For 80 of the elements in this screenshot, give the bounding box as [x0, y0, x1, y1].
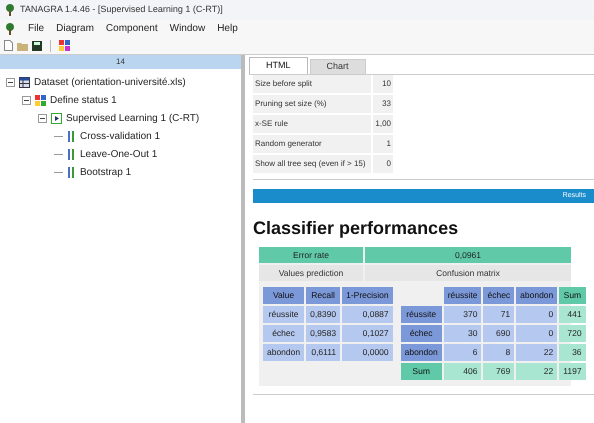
menu-item[interactable]: Diagram [56, 21, 94, 36]
table-cell: 690 [483, 325, 514, 342]
table-cell: 30 [444, 325, 482, 342]
table-cell: 0,0961 [365, 247, 571, 263]
table-cell: 6 [444, 344, 482, 361]
parameter-name: Pruning set size (%) [253, 95, 371, 113]
row-header: Sum [400, 363, 442, 380]
column-header: réussite [444, 287, 482, 304]
tree-logo-icon [4, 22, 16, 34]
table-cell: 769 [483, 363, 514, 380]
parameter-value: 1,00 [373, 115, 393, 133]
component-icon [67, 130, 76, 142]
column-header: Sum [559, 287, 586, 304]
table-cell: 0,6111 [306, 344, 340, 361]
menu-item[interactable]: Window [170, 21, 206, 36]
table-cell: 0 [516, 306, 558, 323]
table-cell: 0,1027 [342, 325, 393, 342]
table-header: Values prediction [259, 265, 363, 281]
table-cell: 0,0000 [342, 344, 393, 361]
tree-item[interactable]: Bootstrap 1 [80, 164, 132, 180]
table-cell: 1197 [559, 363, 586, 380]
parameter-value: 10 [373, 75, 393, 93]
table-cell: 370 [444, 306, 482, 323]
tab[interactable]: Chart [310, 59, 366, 74]
tree-item[interactable]: Dataset (orientation-université.xls) [34, 74, 186, 90]
row-header: abondon [400, 344, 442, 361]
collapse-toggle-icon[interactable] [22, 96, 31, 104]
play-icon [51, 112, 62, 124]
parameter-name: Random generator [253, 135, 371, 153]
row-header: réussite [400, 306, 442, 323]
column-header: 1-Precision [342, 287, 393, 304]
column-header: échec [483, 287, 514, 304]
table-cell: 0,8390 [306, 306, 340, 323]
parameter-name: Size before split [253, 75, 371, 93]
menu-item[interactable]: Help [217, 21, 238, 36]
section-heading: Classifier performances [253, 219, 460, 237]
table-cell: échec [263, 325, 304, 342]
save-icon[interactable] [32, 40, 42, 50]
tree-item[interactable]: Define status 1 [50, 92, 117, 108]
table-cell: 8 [483, 344, 514, 361]
panel-header: 14 [0, 55, 241, 69]
parameter-value: 0 [373, 155, 393, 173]
new-file-icon[interactable] [4, 40, 13, 51]
column-header: Value [263, 287, 304, 304]
parameter-value: 1 [373, 135, 393, 153]
table-cell: 0 [516, 325, 558, 342]
menu-item[interactable]: File [28, 21, 44, 36]
collapse-toggle-icon[interactable] [38, 114, 47, 122]
component-icon [67, 148, 76, 160]
table-cell: 0,9583 [306, 325, 340, 342]
status-icon [35, 94, 46, 106]
table-cell: 36 [559, 344, 586, 361]
tree-item[interactable]: Supervised Learning 1 (C-RT) [66, 110, 200, 126]
table-header: Error rate [259, 247, 363, 263]
table-cell: 720 [559, 325, 586, 342]
component-icon [67, 166, 76, 178]
tab[interactable]: HTML [249, 57, 308, 74]
tree-item[interactable]: Leave-One-Out 1 [80, 146, 158, 162]
table-cell: 22 [516, 344, 558, 361]
tree-item[interactable]: Cross-validation 1 [80, 128, 160, 144]
table-cell: 406 [444, 363, 482, 380]
menu-item[interactable]: Component [106, 21, 158, 36]
table-cell: abondon [263, 344, 304, 361]
parameter-name: x-SE rule [253, 115, 371, 133]
column-header: Recall [306, 287, 340, 304]
table-cell: 0,0887 [342, 306, 393, 323]
window-title: TANAGRA 1.4.46 - [Supervised Learning 1 (C-RT)] [20, 3, 223, 16]
column-header: abondon [516, 287, 558, 304]
row-header: échec [400, 325, 442, 342]
table-icon [19, 76, 30, 88]
tree-logo-icon [4, 4, 16, 16]
table-cell: 71 [483, 306, 514, 323]
parameter-name: Show all tree seq (even if > 15) [253, 155, 371, 173]
table-cell: 441 [559, 306, 586, 323]
status-icon[interactable] [59, 40, 70, 51]
parameter-value: 33 [373, 95, 393, 113]
table-cell: réussite [263, 306, 304, 323]
collapse-toggle-icon[interactable] [6, 78, 15, 86]
table-header: Confusion matrix [365, 265, 571, 281]
table-cell: 22 [516, 363, 558, 380]
